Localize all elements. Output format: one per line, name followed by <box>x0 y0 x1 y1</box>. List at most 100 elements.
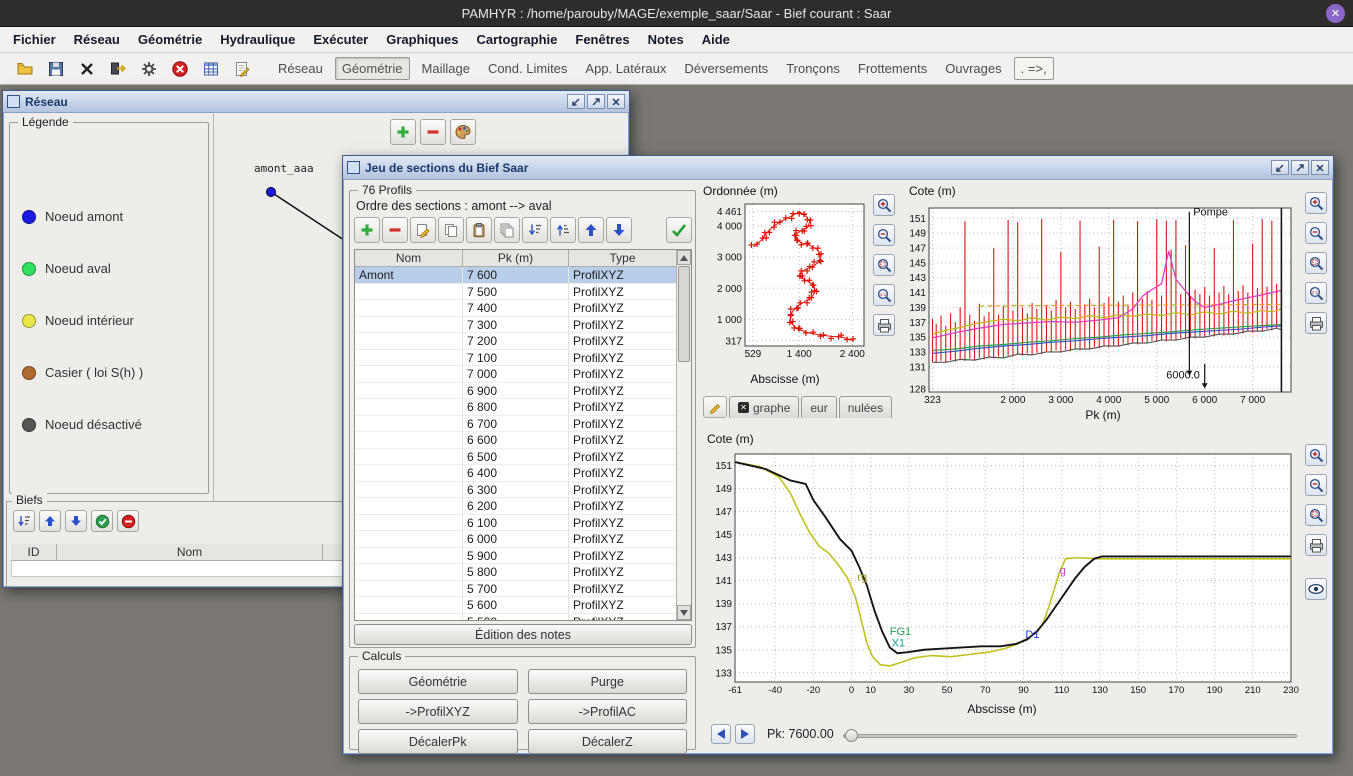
paste-icon[interactable] <box>466 217 492 243</box>
profil-row[interactable]: 7 000ProfilXYZ <box>355 366 676 383</box>
tab-nul-es[interactable]: nulées <box>839 396 892 418</box>
menu-r-seau[interactable]: Réseau <box>65 28 129 51</box>
menu-aide[interactable]: Aide <box>693 28 739 51</box>
profil-row[interactable]: 6 300ProfilXYZ <box>355 482 676 499</box>
remove-profile-icon[interactable] <box>382 217 408 243</box>
app-close-button[interactable]: ✕ <box>1326 4 1345 23</box>
cross-section-chart[interactable]: -61-40-200103050709011013015017019021023… <box>705 446 1299 718</box>
enable-bief-icon[interactable] <box>91 510 113 532</box>
print-icon[interactable] <box>1305 312 1327 334</box>
toolbar-tron-ons[interactable]: Tronçons <box>780 58 846 79</box>
profils-scrollbar[interactable] <box>676 250 691 620</box>
biefs-column-header[interactable]: Nom <box>57 544 323 561</box>
close-button[interactable] <box>607 94 625 109</box>
zoom-original-icon[interactable]: 1:1 <box>1305 282 1327 304</box>
biefs-column-header[interactable]: ID <box>11 544 57 561</box>
next-profile-button[interactable] <box>735 724 755 744</box>
notes-icon[interactable] <box>231 58 253 80</box>
toolbar-g-om-trie[interactable]: Géométrie <box>335 57 410 80</box>
profils-table-header[interactable]: NomPk (m)Type <box>355 250 676 267</box>
menu-graphiques[interactable]: Graphiques <box>377 28 467 51</box>
profil-row[interactable]: 7 100ProfilXYZ <box>355 350 676 367</box>
scrollbar-thumb[interactable] <box>678 266 690 362</box>
calc-g-om-trie[interactable]: Géométrie <box>358 669 518 694</box>
profil-row[interactable]: 6 500ProfilXYZ <box>355 449 676 466</box>
add-profile-icon[interactable] <box>354 217 380 243</box>
calc-d-calerpk[interactable]: DécalerPk <box>358 729 518 754</box>
profil-row[interactable]: 6 400ProfilXYZ <box>355 465 676 482</box>
profil-row[interactable]: 6 200ProfilXYZ <box>355 498 676 515</box>
toolbar-maillage[interactable]: Maillage <box>416 58 476 79</box>
print-icon[interactable] <box>873 314 895 336</box>
open-folder-icon[interactable] <box>14 58 36 80</box>
sort-desc-icon[interactable] <box>522 217 548 243</box>
eye-icon[interactable] <box>1305 578 1327 600</box>
import-icon[interactable] <box>107 58 129 80</box>
menu-cartographie[interactable]: Cartographie <box>467 28 566 51</box>
tab-graphe[interactable]: ✕graphe <box>729 396 799 418</box>
profil-row[interactable]: 5 500ProfilXYZ <box>355 614 676 621</box>
shade-button[interactable] <box>1271 160 1289 175</box>
copy-icon[interactable] <box>438 217 464 243</box>
profil-row[interactable]: 6 800ProfilXYZ <box>355 399 676 416</box>
zoom-out-icon[interactable] <box>1305 474 1327 496</box>
profil-row[interactable]: 6 700ProfilXYZ <box>355 416 676 433</box>
stop-icon[interactable] <box>169 58 191 80</box>
profil-row[interactable]: 7 300ProfilXYZ <box>355 317 676 334</box>
scroll-up-icon[interactable] <box>677 250 691 265</box>
profil-row[interactable]: 7 500ProfilXYZ <box>355 284 676 301</box>
menu-g-om-trie[interactable]: Géométrie <box>129 28 211 51</box>
profil-row[interactable]: 7 400ProfilXYZ <box>355 300 676 317</box>
move-up-icon[interactable] <box>578 217 604 243</box>
close-button[interactable] <box>1311 160 1329 175</box>
upstream-node[interactable] <box>266 187 276 197</box>
maximize-button[interactable] <box>1291 160 1309 175</box>
calc-profilxyz[interactable]: ->ProfilXYZ <box>358 699 518 724</box>
duplicate-icon[interactable] <box>494 217 520 243</box>
toolbar-cond-limites[interactable]: Cond. Limites <box>482 58 573 79</box>
print-icon[interactable] <box>1305 534 1327 556</box>
profil-row[interactable]: 5 700ProfilXYZ <box>355 581 676 598</box>
toolbar-app-lat-raux[interactable]: App. Latéraux <box>579 58 672 79</box>
calc-d-calerz[interactable]: DécalerZ <box>528 729 688 754</box>
profil-row[interactable]: 5 900ProfilXYZ <box>355 548 676 565</box>
app-titlebar[interactable]: PAMHYR : /home/parouby/MAGE/exemple_saar… <box>0 0 1353 27</box>
sort-biefs-icon[interactable] <box>13 510 35 532</box>
plan-chart[interactable]: 5291 4002 4004 4614 0003 0002 0001 00031… <box>701 198 869 370</box>
tab-eur[interactable]: eur <box>801 396 836 418</box>
profil-row[interactable]: 5 800ProfilXYZ <box>355 564 676 581</box>
close-file-icon[interactable] <box>76 58 98 80</box>
menu-notes[interactable]: Notes <box>639 28 693 51</box>
profil-row[interactable]: 6 600ProfilXYZ <box>355 432 676 449</box>
move-down-icon[interactable] <box>606 217 632 243</box>
previous-profile-button[interactable] <box>711 724 731 744</box>
zoom-in-icon[interactable] <box>1305 192 1327 214</box>
menu-hydraulique[interactable]: Hydraulique <box>211 28 304 51</box>
edition-notes-button[interactable]: Édition des notes <box>354 624 692 645</box>
profil-row[interactable]: 6 100ProfilXYZ <box>355 515 676 532</box>
zoom-region-icon[interactable] <box>1305 504 1327 526</box>
edit-profile-icon[interactable] <box>410 217 436 243</box>
toolbar-d-versements[interactable]: Déversements <box>678 58 774 79</box>
toolbar-frottements[interactable]: Frottements <box>852 58 933 79</box>
edit-graph-icon[interactable] <box>703 396 727 418</box>
calc-purge[interactable]: Purge <box>528 669 688 694</box>
pk-slider-handle[interactable] <box>845 729 858 742</box>
validate-icon[interactable] <box>666 217 692 243</box>
settings-gear-icon[interactable] <box>138 58 160 80</box>
bief-up-icon[interactable] <box>39 510 61 532</box>
zoom-out-icon[interactable] <box>873 224 895 246</box>
menu-ex-cuter[interactable]: Exécuter <box>304 28 377 51</box>
zoom-in-icon[interactable] <box>1305 444 1327 466</box>
profil-row[interactable]: 6 000ProfilXYZ <box>355 531 676 548</box>
reseau-titlebar[interactable]: Réseau <box>3 91 629 113</box>
profil-row[interactable]: 6 900ProfilXYZ <box>355 383 676 400</box>
zoom-region-icon[interactable] <box>1305 252 1327 274</box>
menu-fen-tres[interactable]: Fenêtres <box>566 28 638 51</box>
shade-button[interactable] <box>567 94 585 109</box>
sort-asc-icon[interactable] <box>550 217 576 243</box>
profil-row[interactable]: 7 200ProfilXYZ <box>355 333 676 350</box>
menu-fichier[interactable]: Fichier <box>4 28 65 51</box>
calc-profilac[interactable]: ->ProfilAC <box>528 699 688 724</box>
save-icon[interactable] <box>45 58 67 80</box>
